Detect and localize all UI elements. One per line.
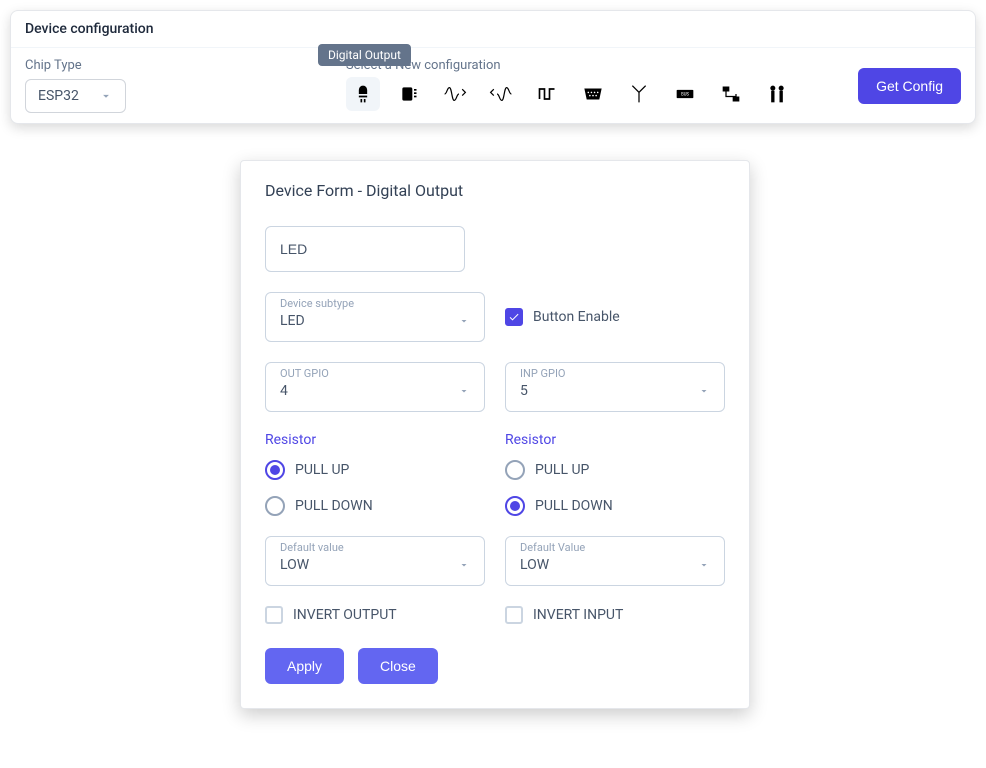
pulse-icon: [537, 84, 557, 104]
invert-input-checkbox[interactable]: [505, 606, 523, 624]
pulldown-label: PULL DOWN: [535, 498, 613, 514]
button-enable-label: Button Enable: [533, 309, 620, 325]
check-icon: [508, 311, 520, 323]
apply-button[interactable]: Apply: [265, 648, 344, 684]
chevron-down-icon: [698, 559, 710, 571]
inp-default-select[interactable]: Default Value LOW: [505, 536, 725, 586]
panel-title: Device configuration: [11, 11, 975, 48]
invert-input-label: INVERT INPUT: [533, 607, 623, 623]
pullup-label: PULL UP: [295, 462, 349, 478]
config-icon-9[interactable]: [714, 77, 748, 111]
antenna-icon: [630, 84, 648, 104]
out-default-select[interactable]: Default value LOW: [265, 536, 485, 586]
inp-gpio-select[interactable]: INP GPIO 5: [505, 362, 725, 412]
chip-type-select[interactable]: ESP32: [25, 79, 126, 113]
chip-type-label: Chip Type: [25, 58, 126, 73]
resistor-label-left: Resistor: [265, 432, 485, 448]
inp-gpio-value: 5: [520, 383, 528, 399]
out-gpio-value: 4: [280, 383, 288, 399]
inp-pullup-radio[interactable]: PULL UP: [505, 460, 725, 480]
config-icon-digital-output[interactable]: [346, 77, 380, 111]
chevron-down-icon: [458, 559, 470, 571]
radio-icon: [265, 460, 285, 480]
pins-icon: [767, 84, 787, 104]
pullup-label: PULL UP: [535, 462, 589, 478]
chevron-down-icon: [698, 385, 710, 397]
device-config-panel: Device configuration Chip Type ESP32 Dig…: [10, 10, 976, 124]
out-gpio-label: OUT GPIO: [280, 367, 329, 380]
form-title: Device Form - Digital Output: [265, 181, 725, 200]
chip-icon: [399, 84, 419, 104]
config-icon-8[interactable]: BUS: [668, 77, 702, 111]
chevron-down-icon: [99, 89, 113, 103]
inp-gpio-label: INP GPIO: [520, 367, 566, 380]
port-icon: [582, 86, 604, 102]
device-name-input[interactable]: [265, 226, 465, 272]
inp-pulldown-radio[interactable]: PULL DOWN: [505, 496, 725, 516]
subtype-value: LED: [280, 313, 305, 329]
signal-icon: [489, 84, 513, 104]
default-label-right: Default Value: [520, 541, 585, 554]
config-icon-4[interactable]: [484, 77, 518, 111]
config-icon-5[interactable]: [530, 77, 564, 111]
link-icon: [721, 84, 741, 104]
invert-output-label: INVERT OUTPUT: [293, 607, 397, 623]
resistor-label-right: Resistor: [505, 432, 725, 448]
button-enable-checkbox[interactable]: [505, 308, 523, 326]
subtype-label: Device subtype: [280, 297, 354, 310]
out-default-value: LOW: [280, 557, 309, 573]
get-config-button[interactable]: Get Config: [858, 68, 961, 104]
tooltip: Digital Output: [318, 44, 411, 66]
config-icon-7[interactable]: [622, 77, 656, 111]
config-icon-10[interactable]: [760, 77, 794, 111]
chevron-down-icon: [458, 385, 470, 397]
out-pullup-radio[interactable]: PULL UP: [265, 460, 485, 480]
svg-text:BUS: BUS: [681, 93, 689, 98]
bus-icon: BUS: [675, 86, 695, 102]
radio-icon: [505, 496, 525, 516]
config-icon-6[interactable]: [576, 77, 610, 111]
device-form-panel: Device Form - Digital Output Device subt…: [240, 160, 750, 709]
config-icon-2[interactable]: [392, 77, 426, 111]
default-label-left: Default value: [280, 541, 344, 554]
invert-output-checkbox[interactable]: [265, 606, 283, 624]
chevron-down-icon: [458, 315, 470, 327]
radio-icon: [265, 496, 285, 516]
radio-icon: [505, 460, 525, 480]
out-gpio-select[interactable]: OUT GPIO 4: [265, 362, 485, 412]
device-subtype-select[interactable]: Device subtype LED: [265, 292, 485, 342]
config-icon-3[interactable]: [438, 77, 472, 111]
wave-icon: [443, 84, 467, 104]
chip-type-value: ESP32: [38, 88, 79, 104]
led-icon: [353, 84, 373, 104]
config-label: Select a New configuration: [346, 58, 838, 73]
close-button[interactable]: Close: [358, 648, 438, 684]
out-pulldown-radio[interactable]: PULL DOWN: [265, 496, 485, 516]
pulldown-label: PULL DOWN: [295, 498, 373, 514]
inp-default-value: LOW: [520, 557, 549, 573]
